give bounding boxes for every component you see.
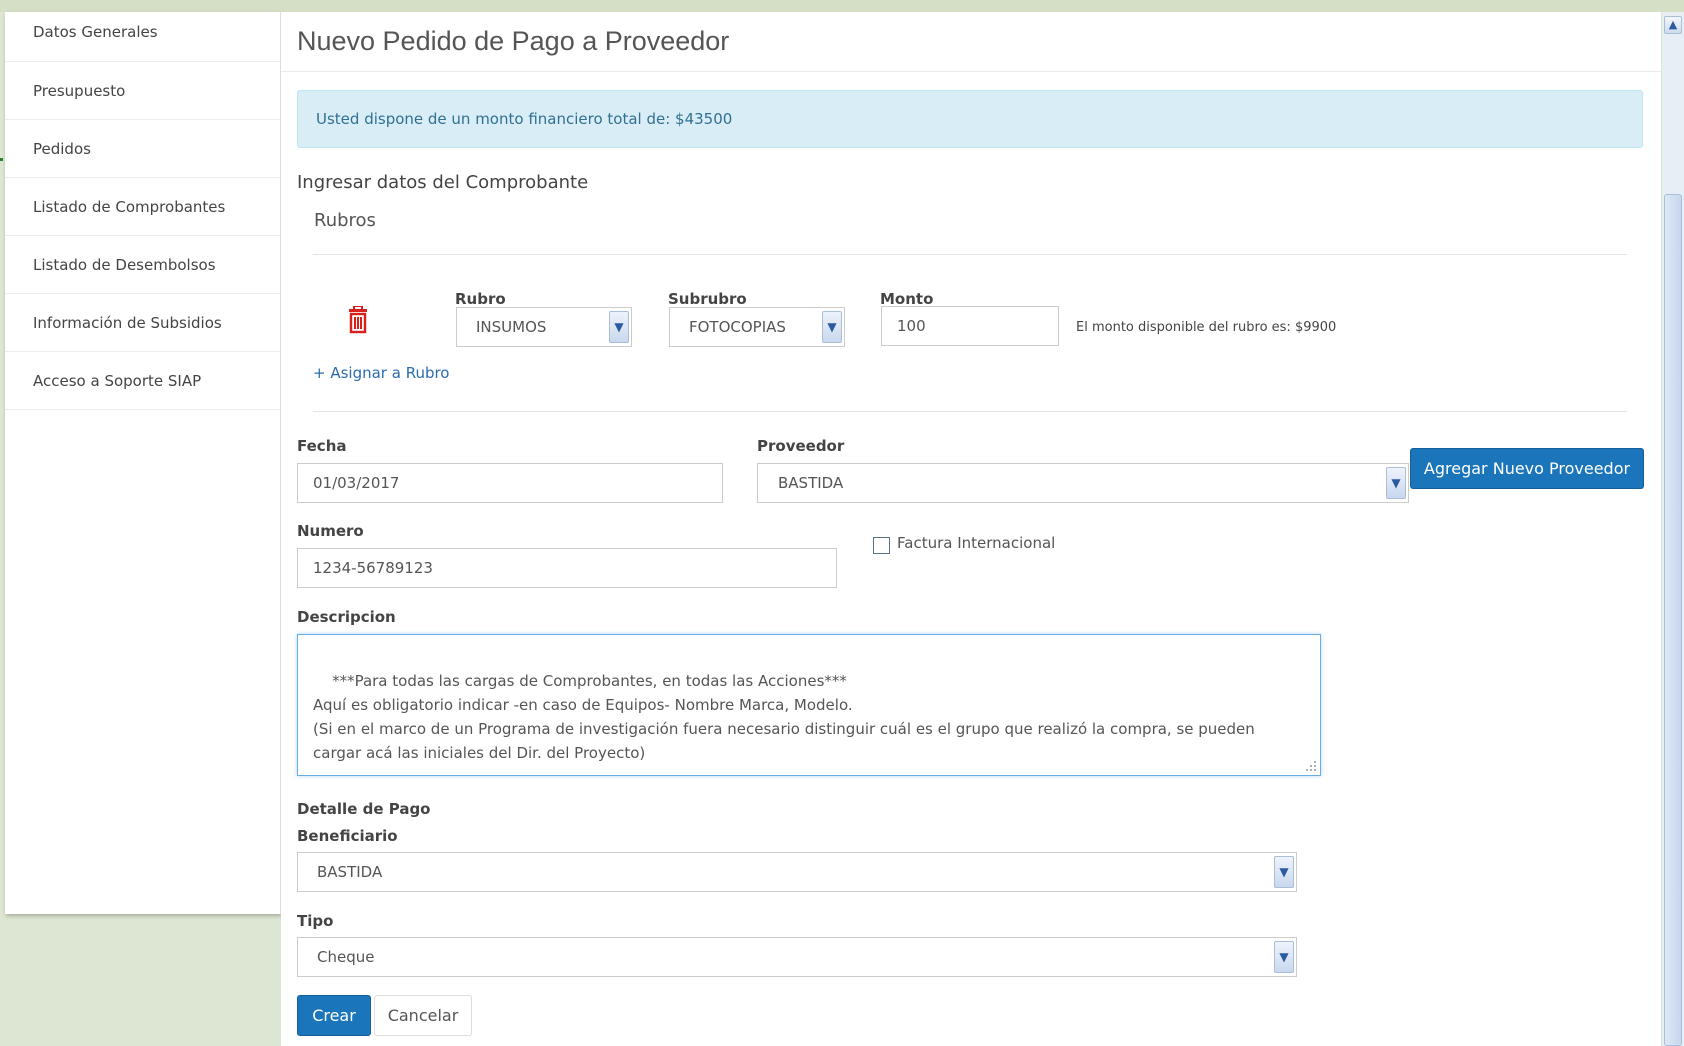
beneficiario-select[interactable]: BASTIDA ▼: [297, 852, 1297, 892]
tipo-select[interactable]: Cheque ▼: [297, 937, 1297, 977]
tipo-label: Tipo: [297, 912, 334, 930]
proveedor-select-value: BASTIDA: [778, 474, 844, 492]
agregar-proveedor-button[interactable]: Agregar Nuevo Proveedor: [1410, 448, 1644, 489]
sidebar-item-presupuesto[interactable]: Presupuesto: [5, 62, 280, 120]
title-divider: [281, 71, 1661, 72]
descripcion-label: Descripcion: [297, 608, 396, 626]
chevron-down-icon: ▼: [609, 311, 629, 343]
chevron-up-icon[interactable]: ▲: [1664, 16, 1682, 34]
crear-button[interactable]: Crear: [297, 995, 371, 1036]
detalle-pago-title: Detalle de Pago: [297, 800, 431, 818]
browser-top-strip: [0, 0, 1684, 12]
chevron-down-icon: ▼: [1386, 467, 1406, 499]
sidebar-item-datos-generales[interactable]: Datos Generales: [5, 12, 280, 62]
chevron-down-icon: ▼: [822, 311, 842, 343]
proveedor-select[interactable]: BASTIDA ▼: [757, 463, 1409, 503]
descripcion-text: ***Para todas las cargas de Comprobantes…: [313, 672, 1255, 762]
rubro-select-value: INSUMOS: [476, 318, 547, 336]
proveedor-label: Proveedor: [757, 437, 845, 455]
trash-icon[interactable]: [345, 305, 371, 334]
sidebar: Datos Generales Presupuesto Pedidos List…: [5, 12, 281, 914]
rubro-select[interactable]: INSUMOS ▼: [456, 307, 632, 347]
vertical-scrollbar[interactable]: ▲: [1662, 12, 1684, 1046]
rubros-title: Rubros: [314, 210, 376, 231]
section-title: Ingresar datos del Comprobante: [297, 172, 589, 193]
beneficiario-select-value: BASTIDA: [317, 863, 383, 881]
factura-internacional-checkbox[interactable]: [873, 537, 890, 554]
scrollbar-thumb[interactable]: [1664, 194, 1682, 1046]
beneficiario-label: Beneficiario: [297, 827, 398, 845]
info-alert: Usted dispone de un monto financiero tot…: [297, 90, 1643, 148]
numero-label: Numero: [297, 522, 364, 540]
rubros-divider-bottom: [313, 411, 1627, 412]
subrubro-label: Subrubro: [668, 290, 747, 308]
sidebar-item-listado-desembolsos[interactable]: Listado de Desembolsos: [5, 236, 280, 294]
subrubro-select[interactable]: FOTOCOPIAS ▼: [669, 307, 845, 347]
page-edge-mark: [0, 158, 3, 161]
fecha-label: Fecha: [297, 437, 347, 455]
resize-grip-icon[interactable]: [1305, 760, 1317, 772]
sidebar-item-pedidos[interactable]: Pedidos: [5, 120, 280, 178]
chevron-down-icon: ▼: [1274, 856, 1294, 888]
page-title: Nuevo Pedido de Pago a Proveedor: [297, 26, 730, 56]
monto-input[interactable]: 100: [881, 306, 1059, 346]
fecha-input[interactable]: 01/03/2017: [297, 463, 723, 503]
sidebar-item-informacion-subsidios[interactable]: Información de Subsidios: [5, 294, 280, 352]
sidebar-item-listado-comprobantes[interactable]: Listado de Comprobantes: [5, 178, 280, 236]
asignar-rubro-link[interactable]: + Asignar a Rubro: [313, 364, 450, 382]
rubros-divider-top: [313, 254, 1627, 255]
chevron-down-icon: ▼: [1274, 941, 1294, 973]
numero-input[interactable]: 1234-56789123: [297, 548, 837, 588]
monto-disponible-note: El monto disponible del rubro es: $9900: [1076, 320, 1337, 335]
factura-internacional-label: Factura Internacional: [897, 534, 1056, 552]
tipo-select-value: Cheque: [317, 948, 375, 966]
rubro-label: Rubro: [455, 290, 506, 308]
subrubro-select-value: FOTOCOPIAS: [689, 318, 786, 336]
cancelar-button[interactable]: Cancelar: [374, 995, 472, 1036]
sidebar-item-soporte-siap[interactable]: Acceso a Soporte SIAP: [5, 352, 280, 410]
main-content: Nuevo Pedido de Pago a Proveedor Usted d…: [281, 12, 1661, 1046]
descripcion-textarea[interactable]: ***Para todas las cargas de Comprobantes…: [297, 634, 1321, 776]
